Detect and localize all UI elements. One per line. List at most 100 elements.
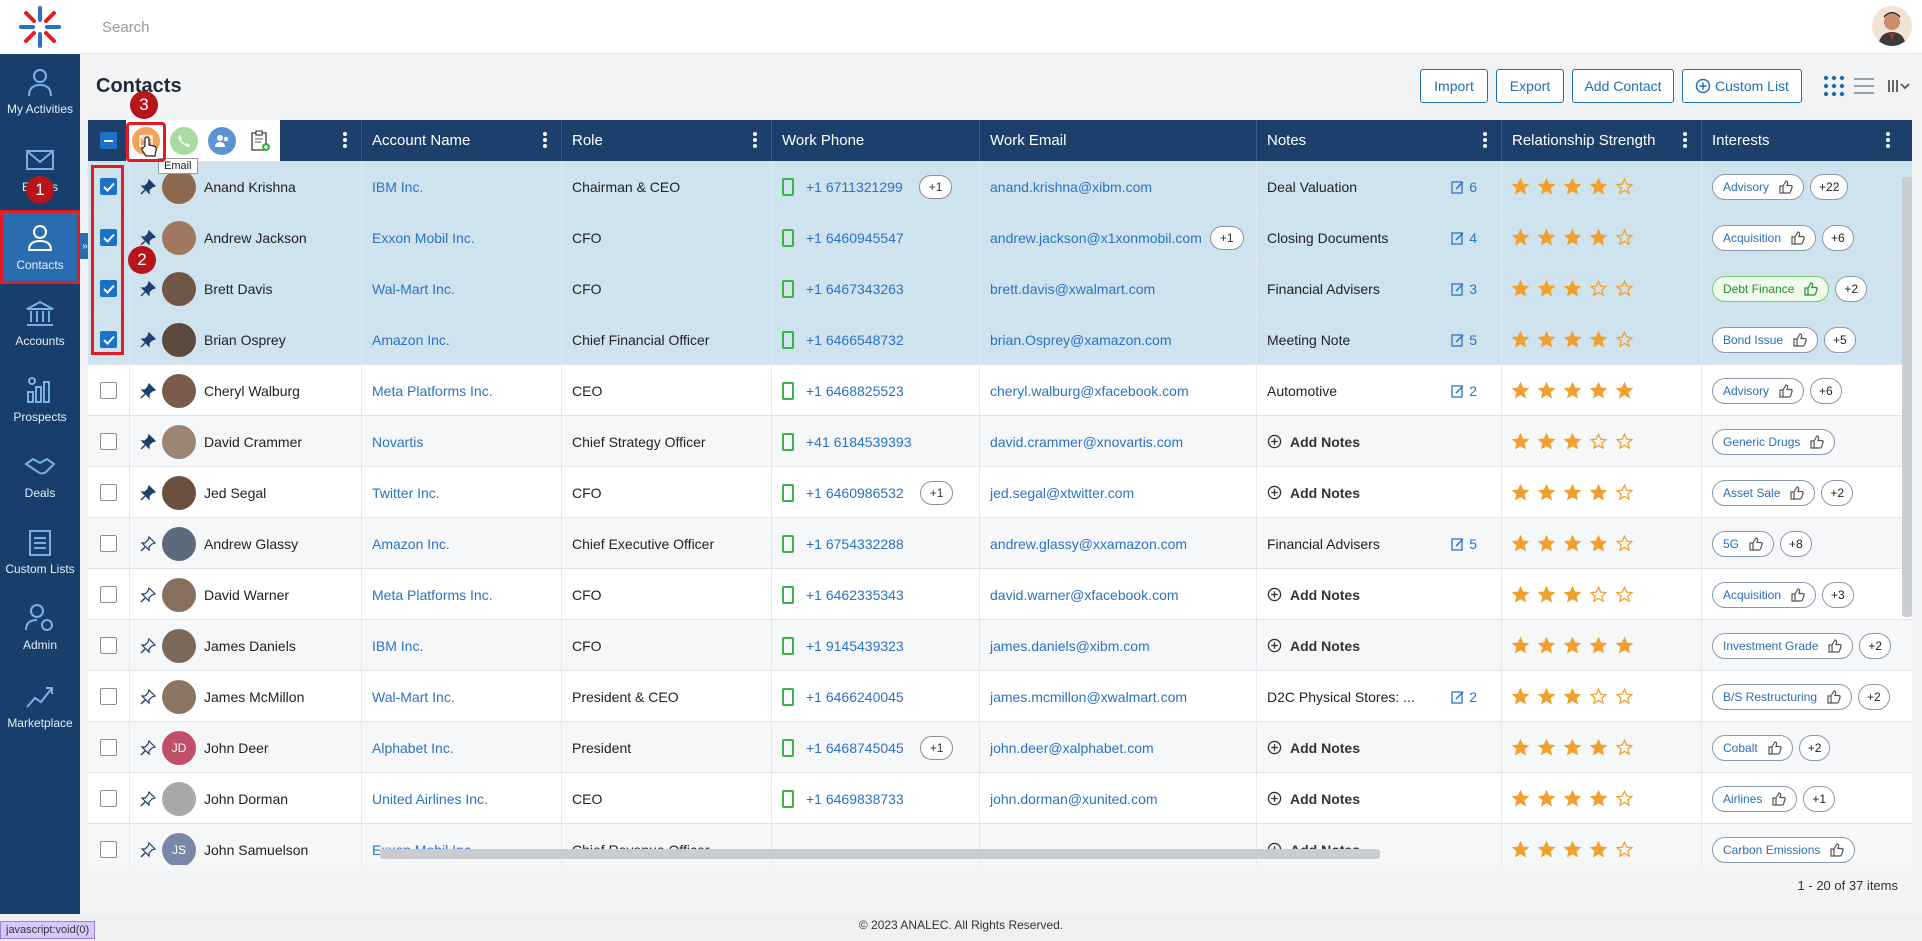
interest-tag[interactable]: Acquisition <box>1712 581 1817 608</box>
email-link[interactable]: andrew.glassy@xxamazon.com <box>990 536 1187 552</box>
add-notes-button[interactable]: Add Notes <box>1267 638 1360 654</box>
star-filled-icon[interactable] <box>1512 535 1529 552</box>
table-row[interactable]: Brett Davis Wal-Mart Inc. CFO +1 6467343263… <box>88 263 1912 314</box>
interest-tag[interactable]: Advisory <box>1712 377 1805 404</box>
contact-name[interactable]: James Daniels <box>204 638 296 654</box>
horizontal-scroll-thumb[interactable] <box>380 849 1380 859</box>
contact-name[interactable]: Andrew Glassy <box>204 536 298 552</box>
note-count[interactable]: 6 <box>1451 179 1477 195</box>
star-filled-icon[interactable] <box>1564 280 1581 297</box>
sidebar-item-my-activities[interactable]: My Activities <box>0 54 80 128</box>
contact-avatar[interactable] <box>162 220 196 255</box>
column-menu-icon[interactable] <box>543 132 547 148</box>
note-count[interactable]: 3 <box>1451 281 1477 297</box>
row-checkbox[interactable] <box>100 739 117 756</box>
pin-filled-icon[interactable] <box>140 331 156 348</box>
header-interests[interactable]: Interests <box>1702 120 1912 161</box>
header-work-phone[interactable]: Work Phone <box>772 120 980 161</box>
pin-filled-icon[interactable] <box>140 178 156 195</box>
account-link[interactable]: Meta Platforms Inc. <box>372 587 493 603</box>
pin-outline-icon[interactable] <box>140 790 156 807</box>
star-filled-icon[interactable] <box>1590 739 1607 756</box>
email-more-badge[interactable]: +1 <box>1209 225 1244 250</box>
row-checkbox[interactable] <box>100 433 117 450</box>
phone-link[interactable]: +1 6467343263 <box>806 281 904 297</box>
row-checkbox[interactable] <box>100 382 117 399</box>
account-link[interactable]: IBM Inc. <box>372 638 423 654</box>
contact-avatar[interactable] <box>162 373 196 408</box>
row-checkbox[interactable] <box>100 688 117 705</box>
star-filled-icon[interactable] <box>1538 535 1555 552</box>
sidebar-item-custom-lists[interactable]: Custom Lists <box>0 514 80 588</box>
star-filled-icon[interactable] <box>1512 229 1529 246</box>
star-filled-icon[interactable] <box>1590 331 1607 348</box>
contact-avatar[interactable] <box>162 169 196 204</box>
email-link[interactable]: james.daniels@xibm.com <box>990 638 1150 654</box>
email-link[interactable]: david.warner@xfacebook.com <box>990 587 1179 603</box>
star-empty-icon[interactable] <box>1616 229 1633 246</box>
contact-name[interactable]: James McMillon <box>204 689 304 705</box>
star-filled-icon[interactable] <box>1564 433 1581 450</box>
star-filled-icon[interactable] <box>1590 637 1607 654</box>
sidebar-item-marketplace[interactable]: Marketplace <box>0 668 80 742</box>
star-empty-icon[interactable] <box>1616 484 1633 501</box>
interest-more-badge[interactable]: +6 <box>1810 377 1842 404</box>
add-notes-button[interactable]: Add Notes <box>1267 434 1360 450</box>
star-filled-icon[interactable] <box>1538 790 1555 807</box>
pin-filled-icon[interactable] <box>140 433 156 450</box>
star-filled-icon[interactable] <box>1590 535 1607 552</box>
column-chooser-icon[interactable] <box>1886 74 1910 98</box>
note-text[interactable]: Financial Advisers <box>1267 281 1380 297</box>
star-filled-icon[interactable] <box>1512 739 1529 756</box>
table-row[interactable]: Brian Osprey Amazon Inc. Chief Financial O… <box>88 314 1912 365</box>
email-link[interactable]: anand.krishna@xibm.com <box>990 179 1152 195</box>
thumbs-up-icon[interactable] <box>1749 536 1763 551</box>
export-button[interactable]: Export <box>1496 69 1564 103</box>
thumbs-up-icon[interactable] <box>1827 689 1841 704</box>
phone-link[interactable]: +1 6468825523 <box>806 383 904 399</box>
star-filled-icon[interactable] <box>1512 178 1529 195</box>
email-link[interactable]: david.crammer@xnovartis.com <box>990 434 1183 450</box>
contact-avatar[interactable] <box>162 271 196 306</box>
email-link[interactable]: john.dorman@xunited.com <box>990 791 1158 807</box>
interest-tag[interactable]: Debt Finance <box>1712 275 1830 302</box>
star-filled-icon[interactable] <box>1564 790 1581 807</box>
vertical-scrollbar[interactable] <box>1902 177 1912 617</box>
email-link[interactable]: jed.segal@xtwitter.com <box>990 485 1134 501</box>
select-all-checkbox[interactable] <box>100 132 117 149</box>
interest-more-badge[interactable]: +1 <box>1803 785 1836 812</box>
note-text[interactable]: Automotive <box>1267 383 1337 399</box>
contact-avatar[interactable] <box>162 322 196 357</box>
star-filled-icon[interactable] <box>1538 637 1555 654</box>
sidebar-item-admin[interactable]: Admin <box>0 590 80 664</box>
phone-link[interactable]: +1 6466240045 <box>806 689 904 705</box>
star-empty-icon[interactable] <box>1616 331 1633 348</box>
star-filled-icon[interactable] <box>1564 331 1581 348</box>
import-button[interactable]: Import <box>1420 69 1488 103</box>
thumbs-up-icon[interactable] <box>1804 281 1819 296</box>
note-text[interactable]: Financial Advisers <box>1267 536 1380 552</box>
pin-outline-icon[interactable] <box>140 535 156 552</box>
note-count[interactable]: 4 <box>1451 230 1477 246</box>
contact-name[interactable]: Andrew Jackson <box>204 230 307 246</box>
star-filled-icon[interactable] <box>1538 331 1555 348</box>
phone-link[interactable]: +1 6469838733 <box>806 791 904 807</box>
contact-name[interactable]: Brett Davis <box>204 281 272 297</box>
email-link[interactable]: brett.davis@xwalmart.com <box>990 281 1155 297</box>
contact-name[interactable]: Cheryl Walburg <box>204 383 300 399</box>
note-text[interactable]: Meeting Note <box>1267 332 1350 348</box>
star-filled-icon[interactable] <box>1512 586 1529 603</box>
email-link[interactable]: cheryl.walburg@xfacebook.com <box>990 383 1189 399</box>
contact-avatar[interactable] <box>162 781 196 816</box>
table-row[interactable]: JD John Deer Alphabet Inc. President +1 6468… <box>88 722 1912 773</box>
contact-name[interactable]: David Warner <box>204 587 289 603</box>
email-link[interactable]: john.deer@xalphabet.com <box>990 740 1154 756</box>
star-empty-icon[interactable] <box>1590 433 1607 450</box>
phone-link[interactable]: +1 9145439323 <box>806 638 904 654</box>
table-row[interactable]: David Warner Meta Platforms Inc. CFO +1 646… <box>88 569 1912 620</box>
account-link[interactable]: Twitter Inc. <box>372 485 440 501</box>
interest-more-badge[interactable]: +3 <box>1822 581 1854 608</box>
star-filled-icon[interactable] <box>1538 433 1555 450</box>
phone-link[interactable]: +1 6468745045 <box>806 740 904 756</box>
table-row[interactable]: Cheryl Walburg Meta Platforms Inc. CEO +1 6… <box>88 365 1912 416</box>
